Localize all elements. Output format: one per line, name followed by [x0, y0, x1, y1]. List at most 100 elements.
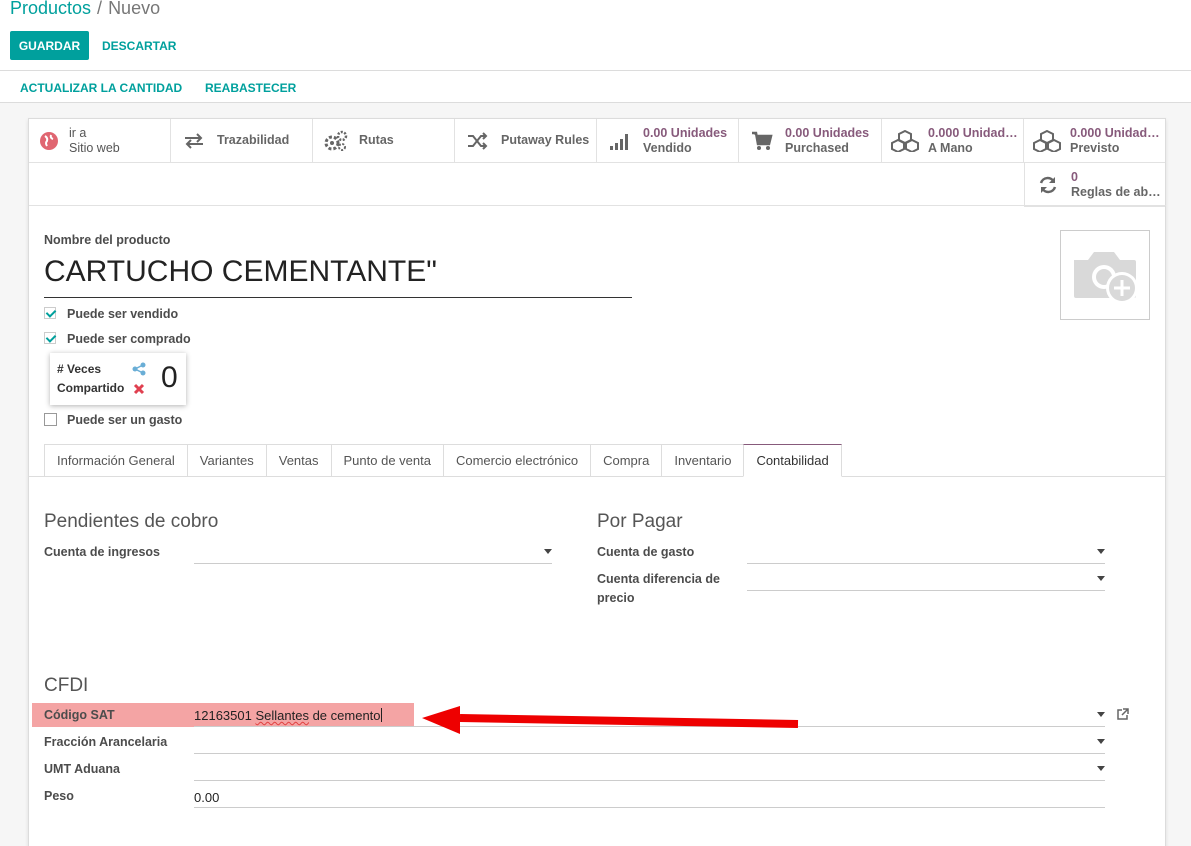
tab-inventory[interactable]: Inventario — [661, 444, 744, 477]
sold-button[interactable]: 0.00 Unidades Vendido — [597, 119, 739, 163]
cubes-icon — [1024, 129, 1070, 152]
tab-ecommerce[interactable]: Comercio electrónico — [442, 444, 591, 477]
breadcrumb-separator: / — [97, 0, 103, 18]
share-label-line2: Compartido — [57, 381, 125, 395]
can-be-sold-label: Puede ser vendido — [67, 307, 179, 321]
product-image-upload[interactable] — [1060, 230, 1150, 320]
receivables-title: Pendientes de cobro — [44, 511, 219, 532]
routes-button[interactable]: Rutas — [313, 119, 455, 163]
forecast-label: Previsto — [1070, 140, 1120, 155]
traceability-button[interactable]: Trazabilidad — [171, 119, 313, 163]
reorder-value: 0 — [1071, 169, 1078, 184]
sold-label: Vendido — [643, 140, 692, 155]
tariff-fraction-label: Fracción Arancelaria — [44, 735, 168, 749]
tab-point-of-sale[interactable]: Punto de venta — [330, 444, 443, 477]
close-icon[interactable] — [133, 383, 145, 395]
weight-input[interactable]: 0.00 — [194, 790, 219, 805]
breadcrumb-current: Nuevo — [108, 0, 161, 18]
discard-button[interactable]: DESCARTAR — [102, 39, 176, 53]
chevron-down-icon[interactable] — [1097, 576, 1105, 581]
can-be-sold-checkbox[interactable] — [44, 307, 56, 319]
reorder-label: Reglas de ab… — [1071, 184, 1161, 199]
product-name-label: Nombre del producto — [44, 233, 171, 247]
button-box-divider — [29, 205, 1166, 206]
save-button[interactable]: GUARDAR — [10, 31, 89, 60]
income-account-label: Cuenta de ingresos — [44, 545, 160, 559]
forecast-value: 0.000 Unidad… — [1070, 125, 1160, 140]
share-icon — [132, 362, 146, 376]
price-diff-label-line2: precio — [597, 591, 635, 605]
can-be-expensed-label: Puede ser un gasto — [67, 413, 183, 427]
sat-code-value[interactable]: 12163501 Sellantes de cemento — [194, 708, 382, 723]
weight-label: Peso — [44, 789, 74, 803]
text-cursor — [380, 708, 382, 722]
sat-code-word: Sellantes — [255, 708, 309, 723]
random-icon — [455, 131, 501, 150]
purchased-value: 0.00 Unidades — [785, 125, 870, 140]
umt-customs-field[interactable] — [194, 780, 1105, 781]
on-hand-label: A Mano — [928, 140, 973, 155]
chevron-down-icon[interactable] — [1097, 766, 1105, 771]
tab-purchase[interactable]: Compra — [590, 444, 662, 477]
chevron-down-icon[interactable] — [1097, 549, 1105, 554]
purchased-label: Purchased — [785, 140, 849, 155]
website-button[interactable]: ir a Sitio web — [29, 119, 171, 163]
can-be-purchased-label: Puede ser comprado — [67, 332, 191, 346]
cubes-icon — [882, 129, 928, 152]
chevron-down-icon[interactable] — [1097, 712, 1105, 717]
reorder-rules-button[interactable]: 0 Reglas de ab… — [1024, 163, 1165, 207]
sat-code-number: 12163501 — [194, 708, 252, 723]
tab-general-info[interactable]: Información General — [44, 444, 187, 477]
replenish-button[interactable]: REABASTECER — [205, 81, 296, 95]
exchange-icon — [171, 132, 217, 149]
sat-code-rest: de cemento — [312, 708, 381, 723]
form-sheet — [28, 118, 1166, 846]
payables-title: Por Pagar — [597, 511, 683, 532]
can-be-purchased-checkbox[interactable] — [44, 332, 56, 344]
tab-sales[interactable]: Ventas — [265, 444, 331, 477]
tab-accounting[interactable]: Contabilidad — [743, 444, 842, 477]
tab-variants[interactable]: Variantes — [186, 444, 266, 477]
traceability-label: Trazabilidad — [217, 133, 290, 147]
expense-account-label: Cuenta de gasto — [597, 545, 695, 559]
share-label-line1: # Veces — [57, 362, 102, 376]
chevron-down-icon[interactable] — [544, 549, 552, 554]
sat-code-label: Código SAT — [44, 708, 115, 722]
forecast-button[interactable]: 0.000 Unidad… Previsto — [1024, 119, 1165, 163]
website-line2: Sitio web — [69, 140, 120, 155]
product-name-input[interactable]: CARTUCHO CEMENTANTE" — [44, 255, 632, 298]
umt-customs-label: UMT Aduana — [44, 762, 120, 776]
putaway-rules-button[interactable]: Putaway Rules — [455, 119, 597, 163]
signal-icon — [597, 132, 643, 150]
website-line1: ir a — [69, 125, 87, 140]
share-count-value: 0 — [161, 361, 178, 394]
can-be-expensed-checkbox[interactable] — [44, 413, 57, 426]
camera-add-icon — [1074, 252, 1138, 304]
breadcrumb: Productos / Nuevo — [10, 0, 160, 19]
income-account-field[interactable] — [194, 563, 552, 564]
toolbar-divider — [0, 70, 1191, 71]
cfdi-title: CFDI — [44, 675, 89, 696]
external-link-icon[interactable] — [1116, 708, 1129, 721]
price-diff-label-line1: Cuenta diferencia de — [597, 572, 720, 586]
price-diff-account-field[interactable] — [747, 590, 1105, 591]
update-quantity-button[interactable]: ACTUALIZAR LA CANTIDAD — [20, 81, 182, 95]
on-hand-value: 0.000 Unidad… — [928, 125, 1018, 140]
chevron-down-icon[interactable] — [1097, 739, 1105, 744]
annotation-arrow — [422, 706, 799, 734]
share-count-widget[interactable]: # Veces Compartido 0 — [50, 353, 186, 405]
shopping-cart-icon — [739, 131, 785, 151]
sold-value: 0.00 Unidades — [643, 125, 728, 140]
tariff-fraction-field[interactable] — [194, 753, 1105, 754]
purchased-button[interactable]: 0.00 Unidades Purchased — [739, 119, 882, 163]
routes-label: Rutas — [359, 133, 394, 147]
globe-icon — [29, 131, 69, 151]
breadcrumb-productos-link[interactable]: Productos — [10, 0, 91, 18]
on-hand-button[interactable]: 0.000 Unidad… A Mano — [882, 119, 1024, 163]
refresh-icon — [1025, 175, 1071, 195]
expense-account-field[interactable] — [747, 563, 1105, 564]
cogs-icon — [313, 130, 359, 152]
putaway-label: Putaway Rules — [501, 133, 590, 147]
product-tabs: Información General Variantes Ventas Pun… — [44, 444, 842, 477]
weight-field-line — [194, 807, 1105, 808]
